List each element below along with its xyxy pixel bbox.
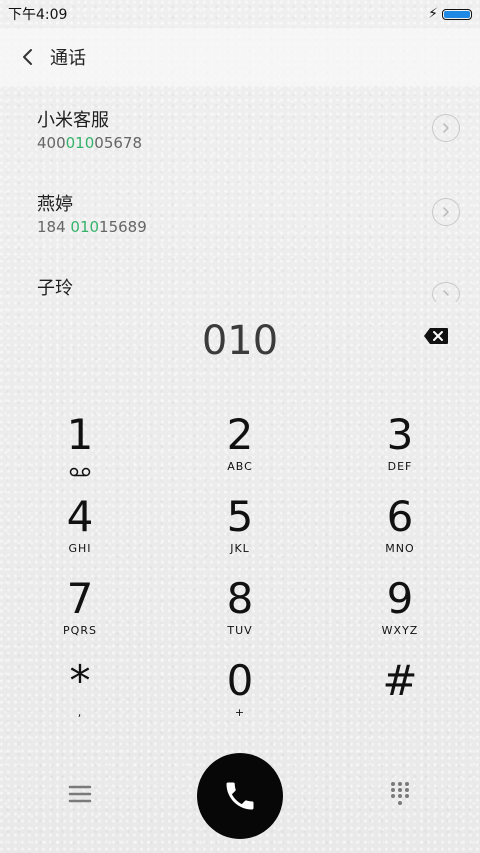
contact-number: 40001005678	[37, 134, 142, 152]
battery-icon	[442, 8, 472, 20]
contact-name: 子玲	[37, 278, 73, 299]
key-letters: ABC	[227, 460, 253, 473]
key-star[interactable]: * ,	[0, 658, 160, 740]
call-button[interactable]	[197, 753, 283, 839]
key-digit: 5	[226, 492, 254, 541]
key-digit: 0	[226, 656, 254, 705]
contact-detail-button[interactable]	[432, 198, 460, 226]
dialpad-toggle-button[interactable]	[380, 778, 420, 810]
chevron-right-icon	[443, 123, 449, 133]
status-icons: ⚡︎	[428, 7, 472, 21]
chevron-right-icon	[443, 207, 449, 217]
key-digit: 1	[66, 410, 94, 459]
key-2[interactable]: 2 ABC	[160, 412, 320, 494]
key-7[interactable]: 7 PQRS	[0, 576, 160, 658]
number-prefix: 184	[37, 218, 71, 236]
key-digit: 9	[386, 574, 414, 623]
key-digit: 3	[386, 410, 414, 459]
key-9[interactable]: 9 WXYZ	[320, 576, 480, 658]
key-digit: *	[69, 656, 91, 705]
backspace-icon[interactable]	[423, 327, 449, 345]
contact-detail-button[interactable]	[432, 114, 460, 142]
key-digit: 2	[226, 410, 254, 459]
battery-fill	[444, 10, 470, 18]
key-digit: 4	[66, 492, 94, 541]
key-5[interactable]: 5 JKL	[160, 494, 320, 576]
bottom-bar	[0, 744, 480, 853]
page-title: 通话	[50, 48, 86, 69]
contact-result-xiaomi-service[interactable]: 小米客服 40001005678	[0, 86, 480, 170]
key-letters: PQRS	[63, 624, 97, 637]
keypad: 1 2 ABC 3 DEF 4 GHI 5 JKL 6 MNO 7 PQRS 8…	[0, 412, 480, 740]
chevron-right-icon	[443, 290, 449, 296]
chevron-left-icon[interactable]	[18, 48, 36, 66]
contact-name: 燕婷	[37, 194, 73, 215]
key-3[interactable]: 3 DEF	[320, 412, 480, 494]
contact-results: 小米客服 40001005678 燕婷 184 01015689 子玲	[0, 86, 480, 306]
key-1[interactable]: 1	[0, 412, 160, 494]
status-bar: 下午4:09 ⚡︎	[0, 0, 480, 28]
menu-icon	[68, 785, 92, 803]
dialed-number: 010	[201, 318, 279, 364]
key-digit: #	[382, 656, 418, 705]
key-letters: TUV	[227, 624, 253, 637]
key-8[interactable]: 8 TUV	[160, 576, 320, 658]
status-time: 下午4:09	[8, 7, 68, 23]
contact-result-yanting[interactable]: 燕婷 184 01015689	[0, 170, 480, 254]
key-digit: 8	[226, 574, 254, 623]
contact-detail-button[interactable]	[432, 282, 460, 306]
contact-result-ziling[interactable]: 子玲	[0, 254, 480, 306]
key-letters: DEF	[387, 460, 413, 473]
number-suffix: 15689	[99, 218, 147, 236]
key-6[interactable]: 6 MNO	[320, 494, 480, 576]
key-letters: GHI	[68, 542, 92, 555]
key-letters: MNO	[385, 542, 415, 555]
key-hash[interactable]: #	[320, 658, 480, 740]
dialpad-icon	[391, 782, 409, 805]
phone-icon	[226, 782, 254, 810]
key-0[interactable]: 0 +	[160, 658, 320, 740]
key-letters: JKL	[230, 542, 250, 555]
number-match: 010	[65, 134, 95, 152]
menu-button[interactable]	[60, 779, 100, 809]
header: 通话	[0, 28, 480, 86]
contact-number: 184 01015689	[37, 218, 147, 236]
key-letters: ,	[77, 706, 83, 719]
key-letters: +	[234, 706, 246, 719]
number-prefix: 400	[37, 134, 66, 152]
number-match: 010	[70, 218, 100, 236]
key-digit: 7	[66, 574, 94, 623]
key-4[interactable]: 4 GHI	[0, 494, 160, 576]
voicemail-icon	[68, 462, 92, 477]
bolt-icon: ⚡︎	[428, 6, 438, 22]
contact-name: 小米客服	[37, 110, 109, 131]
key-letters: WXYZ	[381, 624, 419, 637]
key-digit: 6	[386, 492, 414, 541]
number-suffix: 05678	[94, 134, 142, 152]
